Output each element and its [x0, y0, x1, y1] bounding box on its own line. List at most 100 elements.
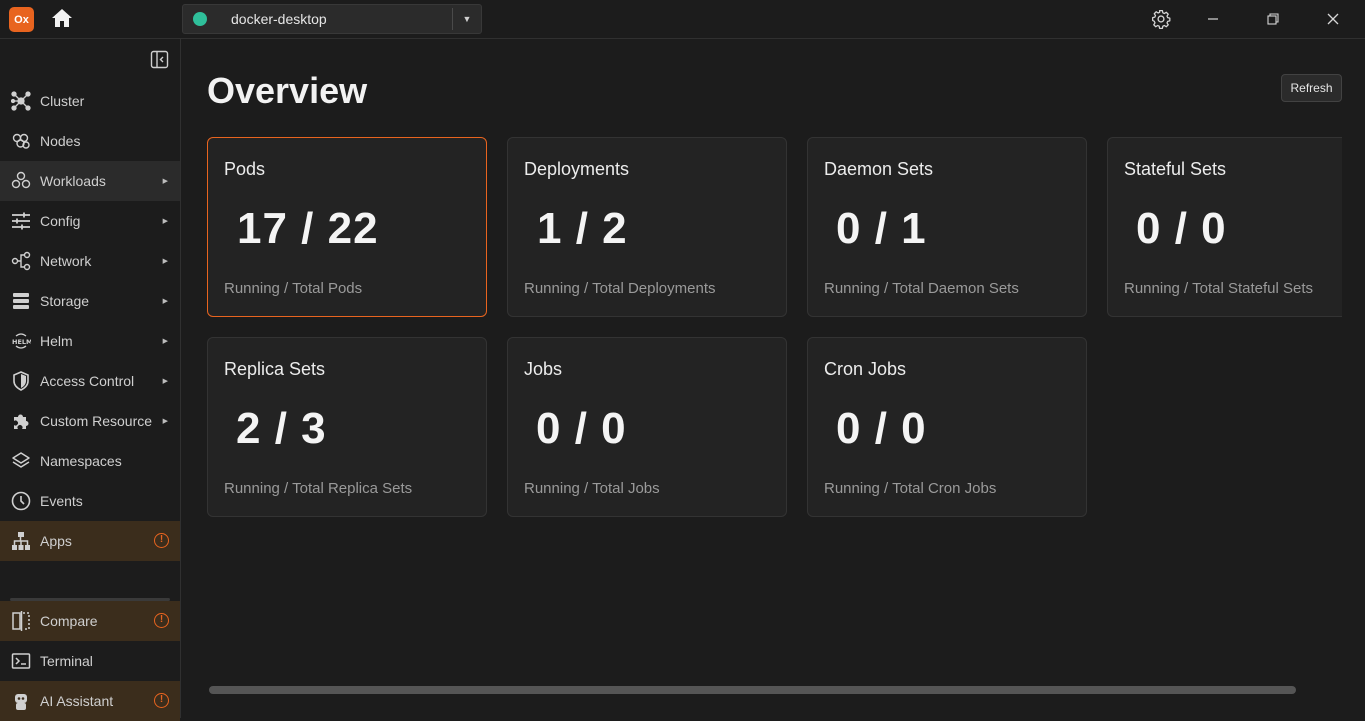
chevron-right-icon: ▶ — [162, 378, 168, 385]
workloads-icon — [11, 171, 31, 191]
minimize-icon — [1208, 18, 1218, 20]
card-value: 0 / 0 — [836, 404, 927, 453]
sidebar-item-events[interactable]: Events — [0, 481, 180, 521]
card-subtitle: Running / Total Jobs — [524, 480, 660, 497]
gear-icon — [1152, 10, 1171, 29]
hierarchy-icon — [11, 531, 31, 551]
card-value: 17 / 22 — [237, 204, 379, 253]
card-value: 1 / 2 — [537, 204, 628, 253]
compare-icon — [11, 611, 31, 631]
card-subtitle: Running / Total Stateful Sets — [1124, 280, 1314, 297]
card-stateful-sets[interactable]: Stateful Sets 0 / 0 Running / Total Stat… — [1107, 137, 1342, 317]
sidebar-item-label: Custom Resource — [40, 413, 153, 429]
sidebar-item-label: Nodes — [40, 133, 81, 149]
chevron-right-icon: ▶ — [162, 218, 168, 225]
sidebar-item-compare[interactable]: Compare ! — [0, 601, 180, 641]
sidebar-item-label: Cluster — [40, 93, 85, 109]
home-button[interactable] — [51, 8, 75, 30]
card-value: 0 / 1 — [836, 204, 927, 253]
card-value: 2 / 3 — [236, 404, 327, 453]
caret-down-icon[interactable]: ▼ — [453, 14, 481, 24]
page-title: Overview — [207, 70, 368, 111]
card-title: Daemon Sets — [824, 159, 934, 179]
nodes-icon — [11, 131, 31, 151]
restore-icon — [1267, 13, 1279, 25]
sidebar-item-workloads[interactable]: Workloads ▶ — [0, 161, 180, 201]
terminal-icon — [11, 651, 31, 671]
sidebar-item-access-control[interactable]: Access Control ▶ — [0, 361, 180, 401]
sidebar-item-cluster[interactable]: Cluster — [0, 81, 180, 121]
alert-icon: ! — [154, 693, 169, 708]
chevron-right-icon: ▶ — [162, 258, 168, 265]
storage-icon — [11, 291, 31, 311]
card-value: 0 / 0 — [536, 404, 627, 453]
robot-icon — [11, 691, 31, 711]
sidebar-item-network[interactable]: Network ▶ — [0, 241, 180, 281]
title-bar: Ox docker-desktop ▼ — [0, 0, 1365, 39]
sidebar-item-label: Events — [40, 493, 83, 509]
sidebar-item-label: Access Control — [40, 373, 135, 389]
context-selector[interactable]: docker-desktop ▼ — [182, 4, 482, 34]
card-deployments[interactable]: Deployments 1 / 2 Running / Total Deploy… — [507, 137, 787, 317]
sidebar-item-storage[interactable]: Storage ▶ — [0, 281, 180, 321]
chevron-right-icon: ▶ — [162, 178, 168, 185]
card-title: Cron Jobs — [824, 359, 907, 379]
close-icon — [1327, 13, 1339, 25]
card-jobs[interactable]: Jobs 0 / 0 Running / Total Jobs — [507, 337, 787, 517]
alert-icon: ! — [154, 533, 169, 548]
card-daemon-sets[interactable]: Daemon Sets 0 / 1 Running / Total Daemon… — [807, 137, 1087, 317]
card-subtitle: Running / Total Replica Sets — [224, 480, 413, 497]
horizontal-scrollbar[interactable] — [209, 686, 1296, 694]
chevron-right-icon: ▶ — [162, 338, 168, 345]
card-replica-sets[interactable]: Replica Sets 2 / 3 Running / Total Repli… — [207, 337, 487, 517]
card-subtitle: Running / Total Cron Jobs — [824, 480, 997, 497]
sidebar-item-label: Storage — [40, 293, 90, 309]
sidebar-item-label: Workloads — [40, 173, 106, 189]
context-name: docker-desktop — [231, 11, 327, 27]
sidebar-item-namespaces[interactable]: Namespaces — [0, 441, 180, 481]
svg-text:HELM: HELM — [12, 338, 31, 346]
chevron-right-icon: ▶ — [162, 298, 168, 305]
sidebar-item-apps[interactable]: Apps ! — [0, 521, 180, 561]
sidebar-nav: Cluster Nodes Workloads ▶ Config ▶ Netwo… — [0, 81, 180, 561]
card-title: Deployments — [524, 159, 630, 179]
sidebar-item-helm[interactable]: HELM Helm ▶ — [0, 321, 180, 361]
card-title: Jobs — [524, 359, 563, 379]
sidebar-item-label: Network — [40, 253, 92, 269]
app-logo: Ox — [9, 7, 34, 32]
sidebar: Cluster Nodes Workloads ▶ Config ▶ Netwo… — [0, 39, 181, 721]
card-title: Replica Sets — [224, 359, 326, 379]
card-cron-jobs[interactable]: Cron Jobs 0 / 0 Running / Total Cron Job… — [807, 337, 1087, 517]
minimize-button[interactable] — [1201, 8, 1225, 30]
sidebar-collapse-button[interactable] — [150, 50, 169, 69]
home-icon — [52, 9, 72, 27]
settings-button[interactable] — [1149, 8, 1173, 30]
card-subtitle: Running / Total Pods — [224, 280, 363, 297]
refresh-button[interactable]: Refresh — [1281, 74, 1342, 102]
card-subtitle: Running / Total Daemon Sets — [824, 280, 1019, 297]
cluster-icon — [11, 91, 31, 111]
layers-icon — [11, 451, 31, 471]
clock-icon — [11, 491, 31, 511]
sidebar-item-label: Config — [40, 213, 81, 229]
sidebar-item-terminal[interactable]: Terminal — [0, 641, 180, 681]
sidebar-toggle-icon — [150, 50, 169, 69]
card-pods[interactable]: Pods 17 / 22 Running / Total Pods — [207, 137, 487, 317]
context-status-icon — [193, 12, 207, 26]
sidebar-item-ai-assistant[interactable]: AI Assistant ! — [0, 681, 180, 721]
card-title: Pods — [224, 159, 266, 179]
maximize-button[interactable] — [1261, 8, 1285, 30]
sidebar-item-label: Helm — [40, 333, 73, 349]
sidebar-bottom-nav: Compare ! Terminal AI Assistant ! — [0, 601, 180, 721]
sidebar-item-label: Terminal — [40, 653, 93, 669]
sidebar-item-label: Compare — [40, 613, 98, 629]
card-subtitle: Running / Total Deployments — [524, 280, 716, 297]
sidebar-item-custom-resource[interactable]: Custom Resource ▶ — [0, 401, 180, 441]
sidebar-item-nodes[interactable]: Nodes — [0, 121, 180, 161]
close-button[interactable] — [1321, 8, 1345, 30]
sliders-icon — [11, 211, 31, 231]
puzzle-icon — [11, 411, 31, 431]
sidebar-item-config[interactable]: Config ▶ — [0, 201, 180, 241]
sidebar-item-label: Namespaces — [40, 453, 122, 469]
helm-icon: HELM — [11, 331, 31, 351]
